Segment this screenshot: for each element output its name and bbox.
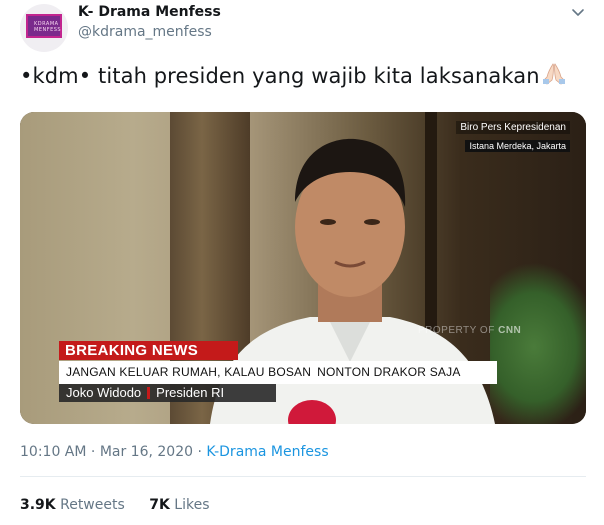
headline-part-2: NONTON DRAKOR SAJA bbox=[317, 365, 461, 379]
breaking-news-label: BREAKING NEWS bbox=[59, 341, 238, 360]
press-credit: Biro Pers Kepresidenan Istana Merdeka, J… bbox=[456, 121, 570, 153]
speaker-title: Presiden RI bbox=[156, 385, 225, 400]
tweet-card: KDRAMA MENFESS K- Drama Menfess @kdrama_… bbox=[0, 0, 604, 525]
watermark-brand: CNN bbox=[498, 325, 522, 336]
credit-line-1: Biro Pers Kepresidenan bbox=[456, 121, 570, 134]
tweet-meta: 10:10 AM · Mar 16, 2020 · K-Drama Menfes… bbox=[20, 444, 329, 460]
tweet-text: •kdm• titah presiden yang wajib kita lak… bbox=[20, 62, 567, 91]
meta-dot-1: · bbox=[90, 444, 96, 460]
tweet-date[interactable]: Mar 16, 2020 bbox=[100, 444, 193, 460]
nameplate-separator bbox=[147, 387, 151, 399]
chevron-down-icon[interactable] bbox=[570, 4, 586, 20]
background-plant bbox=[490, 262, 586, 424]
retweets-label: Retweets bbox=[60, 497, 125, 513]
retweets-stat[interactable]: 3.9K Retweets bbox=[20, 497, 129, 513]
display-name[interactable]: K- Drama Menfess bbox=[78, 4, 221, 20]
cnn-watermark: PROPERTY OF CNN bbox=[418, 325, 521, 336]
folded-hands-icon bbox=[541, 62, 567, 91]
watermark-text: PROPERTY OF bbox=[418, 325, 495, 336]
headline-part-1: JANGAN KELUAR RUMAH, KALAU BOSAN bbox=[66, 365, 312, 379]
credit-line-2: Istana Merdeka, Jakarta bbox=[465, 140, 570, 152]
avatar-logo-text: KDRAMA MENFESS bbox=[34, 21, 62, 33]
avatar-logo: KDRAMA MENFESS bbox=[26, 14, 62, 38]
speaker-name: Joko Widodo bbox=[66, 385, 142, 400]
divider bbox=[20, 476, 586, 477]
likes-stat[interactable]: 7K Likes bbox=[149, 497, 209, 513]
likes-label: Likes bbox=[174, 497, 210, 513]
user-handle[interactable]: @kdrama_menfess bbox=[78, 24, 212, 40]
tweet-source-link[interactable]: K-Drama Menfess bbox=[206, 444, 328, 460]
speaker-nameplate: Joko Widodo Presiden RI bbox=[59, 384, 276, 402]
tweet-time[interactable]: 10:10 AM bbox=[20, 444, 86, 460]
likes-count: 7K bbox=[149, 497, 170, 513]
tweet-text-body: •kdm• titah presiden yang wajib kita lak… bbox=[20, 64, 540, 88]
retweets-count: 3.9K bbox=[20, 497, 56, 513]
tweet-media-image[interactable]: Biro Pers Kepresidenan Istana Merdeka, J… bbox=[20, 112, 586, 424]
news-headline: JANGAN KELUAR RUMAH, KALAU BOSAN NONTON D… bbox=[59, 361, 497, 384]
avatar[interactable]: KDRAMA MENFESS bbox=[20, 4, 68, 52]
tweet-stats: 3.9K Retweets 7K Likes bbox=[20, 497, 210, 513]
meta-dot-2: · bbox=[197, 444, 202, 460]
